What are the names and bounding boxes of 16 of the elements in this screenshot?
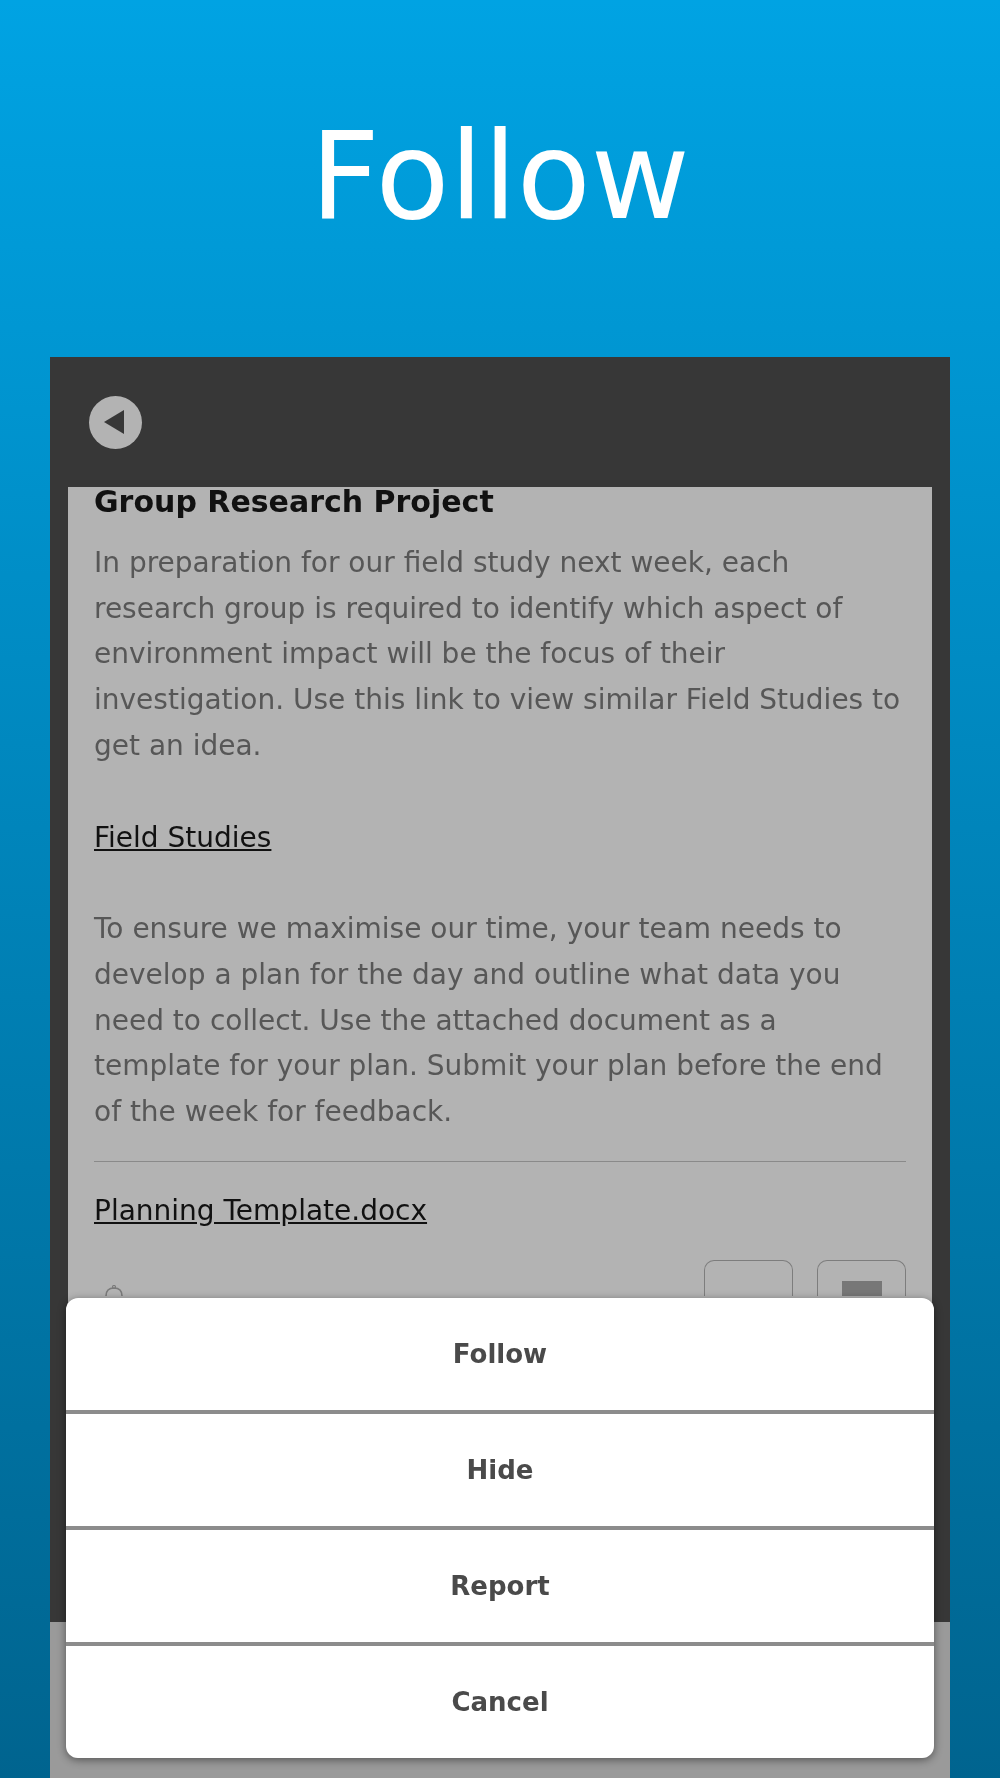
square-icon [841, 1281, 882, 1297]
action-button[interactable]: Follow [66, 1298, 934, 1410]
post-button[interactable] [704, 1260, 793, 1297]
back-icon [103, 410, 124, 434]
page-title: Follow [310, 116, 690, 237]
action-button[interactable]: Report [66, 1530, 934, 1642]
post-button[interactable] [817, 1260, 906, 1297]
post-title: Group Research Project [94, 488, 495, 516]
post-text: To ensure we maximise our time, your team needs to develop a plan for the day and outline what data you need to collect. Use the attached document as a template for your plan. Submit your plan before the end of the week for feedback. [94, 911, 884, 1131]
attachment-link[interactable]: Planning Template.docx [94, 1193, 428, 1227]
outline-icon [104, 1285, 124, 1297]
action-button[interactable]: Cancel [66, 1646, 934, 1758]
link[interactable]: Field Studies [94, 820, 272, 854]
back-button[interactable] [89, 395, 142, 449]
action-button[interactable]: Hide [66, 1414, 934, 1526]
post-text: In preparation for our field study next week, each research group is required to identify which aspect of environment impact will be the focus of their investigation. Use this link to view similar Field Studies to get an idea. [94, 545, 902, 764]
